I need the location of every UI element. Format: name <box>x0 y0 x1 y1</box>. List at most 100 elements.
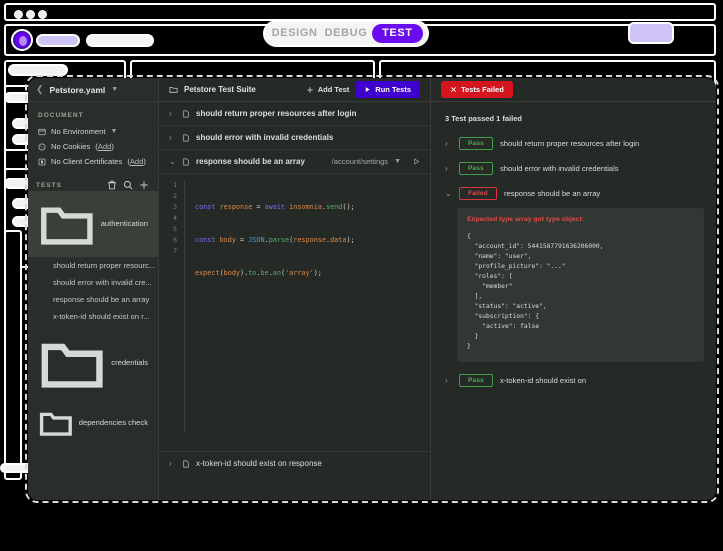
code-line <box>195 301 355 312</box>
editor-code[interactable]: const response = await insomnia.send(); … <box>185 180 355 433</box>
result-row[interactable]: › Pass should error with invalid credent… <box>431 156 716 181</box>
code-line <box>195 400 355 411</box>
sidebar-item-folder[interactable]: authentication <box>28 191 158 257</box>
screenshot-root: DESIGN DEBUG TEST ❮ Petstore.yaml ▼ DOCU… <box>0 0 723 551</box>
code-line: const body = JSON.parse(response.data); <box>195 235 355 246</box>
add-test-button[interactable]: Add Test <box>306 85 350 94</box>
chevron-right-icon[interactable]: › <box>445 376 452 385</box>
sidebar-item-test[interactable]: x-token-id should exist on r... <box>28 308 158 325</box>
chevron-right-icon[interactable]: › <box>169 109 176 118</box>
code-line <box>195 334 355 345</box>
test-row[interactable]: › should error with invalid credentials <box>159 126 430 150</box>
cookie-icon <box>38 143 46 151</box>
chevron-down-icon[interactable]: ⌄ <box>445 189 452 198</box>
chevron-right-icon[interactable]: › <box>169 459 176 468</box>
results-summary: 3 Test passed 1 failed <box>431 102 716 131</box>
app-logo-icon <box>11 29 33 51</box>
trash-icon[interactable] <box>106 179 118 191</box>
chevron-left-icon[interactable]: ❮ <box>36 84 44 95</box>
file-icon <box>182 110 190 118</box>
document-section-title: DOCUMENT <box>28 102 158 124</box>
test-name: should error with invalid credentials <box>196 133 333 142</box>
run-tests-label: Run Tests <box>375 85 411 94</box>
file-icon <box>182 158 190 166</box>
mode-segmented-control[interactable]: DESIGN DEBUG TEST <box>263 20 429 47</box>
search-icon[interactable] <box>122 179 134 191</box>
result-row[interactable]: › Pass should return proper resources af… <box>431 131 716 156</box>
line-number: 4 <box>159 213 177 224</box>
sidebar-item-label: dependencies check <box>79 418 148 427</box>
document-name[interactable]: Petstore.yaml <box>50 85 106 95</box>
page-title: Petstore Test Suite <box>184 85 256 94</box>
result-badge: Failed <box>459 187 497 200</box>
sidebar-row-certificates[interactable]: No Client Certificates (Add) <box>28 154 158 169</box>
sidebar-row-cookies[interactable]: No Cookies (Add) <box>28 139 158 154</box>
chevron-right-icon[interactable]: › <box>445 139 452 148</box>
status-badge[interactable]: Tests Failed <box>441 81 513 98</box>
file-icon <box>182 460 190 468</box>
traffic-light-close-icon[interactable] <box>14 10 23 19</box>
tab-test[interactable]: TEST <box>372 24 423 43</box>
toolbar-placeholder-pill <box>36 34 80 47</box>
test-row[interactable]: › x-token-id should exist on response <box>159 452 430 475</box>
sidebar: ❮ Petstore.yaml ▼ DOCUMENT No Environmen… <box>28 78 159 500</box>
folder-icon <box>38 405 74 441</box>
sidebar-row-label: No Cookies <box>51 142 90 151</box>
result-row[interactable]: › Pass x-token-id should exist on <box>431 368 716 393</box>
plus-icon <box>306 86 314 94</box>
suite-header: Petstore Test Suite Add Test Run Tests <box>159 78 430 102</box>
toolbar-placeholder-pill <box>86 34 154 47</box>
tab-debug[interactable]: DEBUG <box>320 24 371 43</box>
result-row-failed[interactable]: ⌄ Failed response should be an array <box>431 181 716 206</box>
sidebar-item-test[interactable]: response should be an array <box>28 291 158 308</box>
code-line: const response = await insomnia.send(); <box>195 202 355 213</box>
toolbar-primary-button[interactable] <box>628 22 674 44</box>
result-badge: Pass <box>459 137 493 150</box>
run-tests-button[interactable]: Run Tests <box>355 81 420 98</box>
sidebar-item-folder[interactable]: dependencies check <box>28 401 158 445</box>
add-certificate-link[interactable]: Add <box>130 157 144 166</box>
test-row[interactable]: › should return proper resources after l… <box>159 102 430 126</box>
play-icon[interactable] <box>413 158 420 165</box>
tests-section-title: TESTS <box>36 182 102 189</box>
sidebar-item-label: should return proper resourc... <box>53 261 155 270</box>
line-number: 3 <box>159 202 177 213</box>
code-editor[interactable]: 1 2 3 4 5 6 7 const response = await ins… <box>159 174 430 452</box>
add-test-label: Add Test <box>318 85 350 94</box>
results-header: Tests Failed <box>431 78 716 102</box>
window-titlebar <box>4 3 716 21</box>
traffic-light-zoom-icon[interactable] <box>38 10 47 19</box>
line-number: 7 <box>159 246 177 257</box>
request-path-select[interactable]: /account/settings <box>332 157 388 166</box>
main-content: Petstore Test Suite Add Test Run Tests <box>159 78 431 500</box>
traffic-light-minimize-icon[interactable] <box>26 10 35 19</box>
sidebar-item-test[interactable]: should error with invalid cre... <box>28 274 158 291</box>
chevron-right-icon[interactable]: › <box>169 133 176 142</box>
sidebar-item-label: should error with invalid cre... <box>53 278 152 287</box>
caret-down-icon[interactable]: ▼ <box>110 128 117 135</box>
plus-icon[interactable] <box>138 179 150 191</box>
test-name: x-token-id should exist on response <box>196 459 322 468</box>
sidebar-item-folder[interactable]: credentials <box>28 325 158 401</box>
chevron-right-icon[interactable]: › <box>445 164 452 173</box>
sidebar-item-label: x-token-id should exist on r... <box>53 312 150 321</box>
sidebar-item-label: response should be an array <box>53 295 149 304</box>
folder-icon <box>38 195 96 253</box>
sidebar-item-test[interactable]: should return proper resourc... <box>28 257 158 274</box>
environment-icon <box>38 128 46 136</box>
add-cookies-link[interactable]: Add <box>98 142 112 151</box>
result-badge: Pass <box>459 162 493 175</box>
chevron-down-icon[interactable]: ▼ <box>111 86 118 93</box>
chevron-down-icon[interactable]: ▼ <box>394 158 401 165</box>
close-x-icon <box>450 86 457 93</box>
code-line <box>195 367 355 378</box>
sidebar-row-environment[interactable]: No Environment ▼ <box>28 124 158 139</box>
chevron-down-icon[interactable]: ⌄ <box>169 157 176 166</box>
test-name: response should be an array <box>196 157 305 166</box>
tab-design[interactable]: DESIGN <box>269 24 320 43</box>
error-json: { "account_id": 5441587791636206000, "na… <box>467 232 694 352</box>
sidebar-item-label: credentials <box>111 358 148 367</box>
test-row-expanded[interactable]: ⌄ response should be an array /account/s… <box>159 150 430 174</box>
result-label: should error with invalid credentials <box>500 164 619 173</box>
editor-gutter: 1 2 3 4 5 6 7 <box>159 180 185 433</box>
